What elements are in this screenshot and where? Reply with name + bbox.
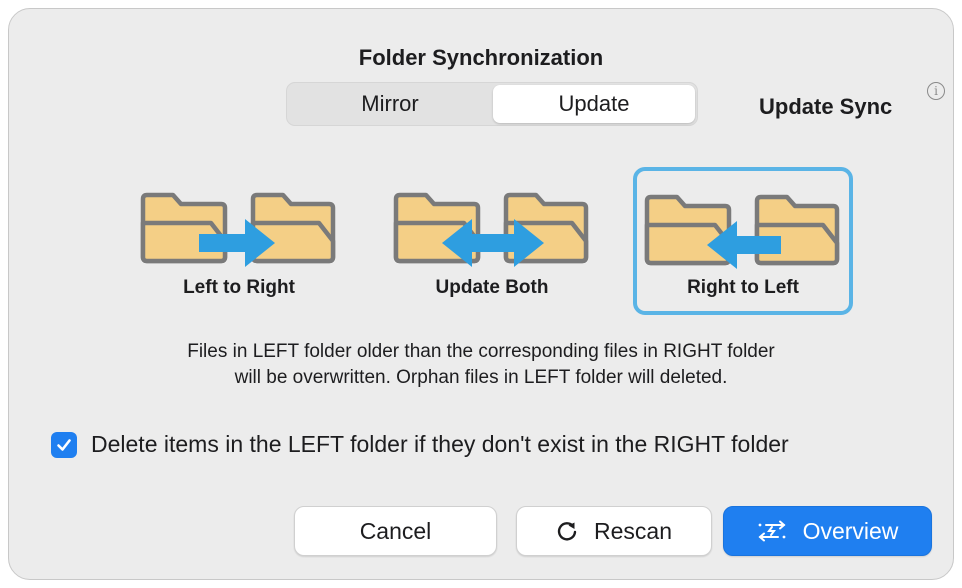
direction-label: Left to Right <box>183 277 295 298</box>
delete-orphans-checkbox[interactable] <box>51 431 77 458</box>
direction-update-both[interactable]: Update Both <box>382 167 602 315</box>
info-icon[interactable]: i <box>927 82 945 100</box>
overview-button[interactable]: Overview <box>723 506 932 556</box>
overview-button-label: Overview <box>802 517 899 544</box>
rescan-button[interactable]: Rescan <box>516 506 712 556</box>
checkmark-icon <box>57 438 71 451</box>
direction-right-to-left[interactable]: Right to Left <box>633 167 853 315</box>
direction-label: Update Both <box>435 277 549 298</box>
sync-description: Files in LEFT folder older than the corr… <box>9 339 953 391</box>
direction-label: Right to Left <box>687 277 799 298</box>
description-line: Files in LEFT folder older than the corr… <box>187 341 775 362</box>
tab-update[interactable]: Update <box>493 85 695 123</box>
mode-segmented-control: Mirror Update <box>286 82 698 126</box>
refresh-icon <box>556 520 578 542</box>
dialog-title: Folder Synchronization <box>358 45 604 70</box>
folder-arrow-both-icon <box>393 192 589 267</box>
sync-dialog: Folder Synchronization Mirror Update Upd… <box>8 8 954 580</box>
sync-overview-icon <box>757 520 787 542</box>
cancel-button-label: Cancel <box>359 517 432 544</box>
folder-arrow-left-icon <box>644 194 840 269</box>
rescan-button-label: Rescan <box>594 517 672 544</box>
cancel-button[interactable]: Cancel <box>294 506 497 556</box>
tab-mirror[interactable]: Mirror <box>289 85 491 123</box>
description-line: will be overwritten. Orphan files in LEF… <box>234 367 728 388</box>
delete-orphans-label: Delete items in the LEFT folder if they … <box>91 431 789 457</box>
folder-arrow-right-icon <box>140 192 336 267</box>
delete-orphans-option[interactable]: Delete items in the LEFT folder if they … <box>51 431 789 458</box>
direction-left-to-right[interactable]: Left to Right <box>129 167 349 315</box>
sync-mode-label: Update Sync <box>759 94 893 119</box>
